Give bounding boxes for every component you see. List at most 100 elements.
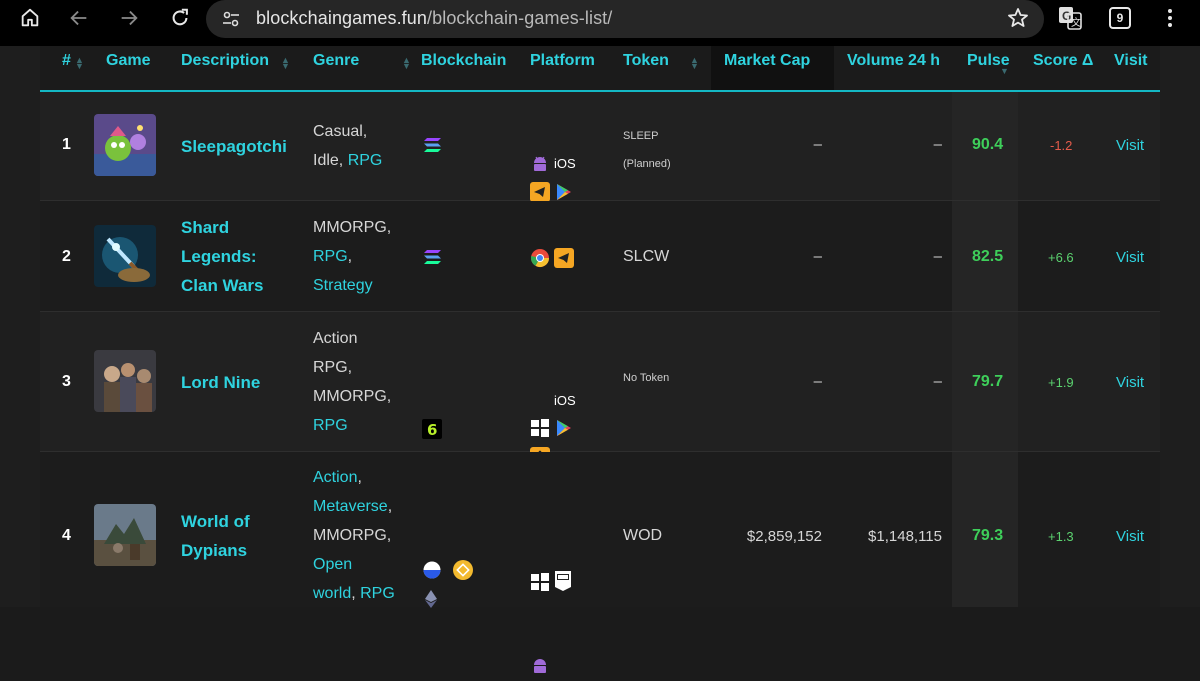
- genre-text: RPG,: [313, 359, 353, 376]
- url-domain: blockchaingames.fun: [256, 8, 428, 28]
- volume-value: –: [933, 248, 942, 265]
- game-name-line: World of: [181, 512, 250, 531]
- svg-text:G: G: [1062, 9, 1071, 23]
- header-market-cap[interactable]: Market Cap: [724, 52, 810, 70]
- url-path: /blockchain-games-list/: [427, 8, 613, 28]
- android-icon: [530, 656, 550, 676]
- genre-list: MMORPG, RPG, Strategy: [313, 213, 391, 300]
- tab-switcher-button[interactable]: 9: [1102, 0, 1138, 36]
- sort-arrows-icon[interactable]: ▲ ▼: [690, 56, 699, 71]
- forward-icon[interactable]: [111, 0, 147, 36]
- genre-link[interactable]: RPG: [348, 152, 383, 169]
- genre-link[interactable]: Open: [313, 556, 352, 573]
- page-content: # ▲ ▼ Game Description ▲ ▼ Genre ▲ ▼ Blockc…: [0, 46, 1200, 673]
- site-settings-icon[interactable]: [222, 10, 240, 33]
- genre-link[interactable]: RPG: [360, 585, 395, 602]
- game-name-line: Shard: [181, 218, 230, 237]
- visit-link[interactable]: Visit: [1116, 374, 1144, 391]
- game-name-link[interactable]: Shard Legends: Clan Wars: [181, 213, 264, 300]
- token-text: No Token: [623, 372, 670, 384]
- table-row[interactable]: 2 Shard Legends: Clan Wars MMORPG, RPG, …: [40, 201, 1160, 312]
- genre-link[interactable]: Metaverse: [313, 498, 388, 515]
- header-score[interactable]: Score Δ: [1033, 52, 1093, 70]
- solana-icon: [423, 136, 443, 159]
- visit-link[interactable]: Visit: [1116, 528, 1144, 545]
- header-game[interactable]: Game: [106, 52, 150, 70]
- sort-desc-icon[interactable]: ▼: [1000, 67, 1009, 76]
- table-row[interactable]: 3 Lord Nine Action RPG, MMORPG, RPG 6 iO…: [40, 312, 1160, 673]
- tab-count: 9: [1109, 7, 1131, 29]
- svg-text:6: 6: [427, 421, 437, 439]
- translate-icon[interactable]: G文: [1052, 0, 1088, 36]
- home-icon[interactable]: [12, 0, 48, 36]
- market-cap-value: –: [813, 373, 822, 390]
- genre-list: Casual, Idle, RPG: [313, 117, 382, 175]
- genre-link[interactable]: Strategy: [313, 277, 373, 294]
- game-thumbnail[interactable]: [94, 225, 156, 287]
- token-symbol: WOD: [623, 527, 663, 544]
- token-status: (Planned): [623, 158, 671, 170]
- sort-arrows-icon[interactable]: ▲ ▼: [402, 56, 411, 71]
- genre-list: Action, Metaverse, MMORPG, Open world, R…: [313, 469, 395, 602]
- game-thumbnail[interactable]: [94, 350, 156, 412]
- game-name-link[interactable]: Sleepagotchi: [181, 132, 287, 161]
- token-symbol: SLEEP: [623, 130, 659, 142]
- android-icon: [530, 154, 550, 174]
- rank: 1: [62, 136, 71, 153]
- header-volume[interactable]: Volume 24 h: [847, 52, 939, 70]
- header-token[interactable]: Token: [623, 52, 669, 70]
- genre-link[interactable]: world: [313, 585, 351, 602]
- market-cap-value: –: [813, 136, 822, 153]
- game-thumbnail[interactable]: [94, 114, 156, 176]
- epic-games-icon: [554, 570, 572, 592]
- sort-arrows-icon[interactable]: ▲ ▼: [281, 56, 290, 71]
- volume-value: –: [933, 136, 942, 153]
- genre-link[interactable]: RPG: [313, 417, 348, 434]
- table-row[interactable]: 4 World of Dypians Action, Metaverse, MM…: [40, 452, 1160, 608]
- pulse-score: 79.7: [972, 373, 1004, 390]
- header-platform[interactable]: Platform: [530, 52, 595, 70]
- base-icon: [422, 560, 442, 580]
- genre-text: MMORPG,: [313, 219, 392, 236]
- score-delta: -1.2: [1050, 138, 1073, 153]
- url-text: blockchaingames.fun/blockchain-games-lis…: [256, 8, 612, 29]
- more-menu-icon[interactable]: [1152, 0, 1188, 36]
- google-play-icon: [554, 182, 574, 202]
- bookmark-star-icon[interactable]: [1006, 6, 1030, 35]
- game-name-line: Dypians: [181, 541, 248, 560]
- address-bar[interactable]: blockchaingames.fun/blockchain-games-lis…: [206, 0, 1044, 38]
- telegram-icon: [554, 248, 574, 268]
- visit-link[interactable]: Visit: [1116, 249, 1144, 266]
- table-header: # ▲ ▼ Game Description ▲ ▼ Genre ▲ ▼ Blockc…: [40, 46, 1160, 92]
- game-name-link[interactable]: World of Dypians: [181, 507, 250, 565]
- visit-link[interactable]: Visit: [1116, 137, 1144, 154]
- header-visit: Visit: [1114, 52, 1148, 69]
- genre-link[interactable]: RPG: [313, 248, 348, 265]
- google-play-icon: [554, 418, 574, 438]
- rank: 4: [62, 527, 71, 544]
- back-icon[interactable]: [61, 0, 97, 36]
- genre-text: Action: [313, 330, 358, 347]
- sort-arrows-icon[interactable]: ▲ ▼: [75, 56, 84, 71]
- game-name-line: Legends:: [181, 247, 257, 266]
- header-description[interactable]: Description: [181, 52, 269, 70]
- genre-text: Casual,: [313, 123, 368, 140]
- solana-icon: [423, 248, 443, 271]
- game-thumbnail[interactable]: [94, 504, 156, 566]
- game-name-link[interactable]: Lord Nine: [181, 368, 260, 397]
- mantle-icon: 6: [422, 419, 442, 439]
- header-blockchain[interactable]: Blockchain: [421, 52, 506, 70]
- header-rank[interactable]: #: [62, 52, 71, 70]
- header-genre[interactable]: Genre: [313, 52, 359, 70]
- reload-icon[interactable]: [162, 0, 198, 36]
- market-cap-value: –: [813, 248, 822, 265]
- genre-link[interactable]: Action: [313, 469, 357, 486]
- score-delta: +1.3: [1048, 529, 1074, 544]
- pulse-score: 79.3: [972, 527, 1004, 544]
- ios-label: iOS: [554, 156, 576, 171]
- windows-icon: [530, 418, 550, 438]
- table-row[interactable]: 1 Sleepagotchi Casual, Idle, RPG iOS SLE…: [40, 92, 1160, 230]
- pulse-score: 82.5: [972, 248, 1004, 265]
- game-name-line: Clan Wars: [181, 276, 264, 295]
- token-text: SLEEP (Planned): [623, 122, 671, 178]
